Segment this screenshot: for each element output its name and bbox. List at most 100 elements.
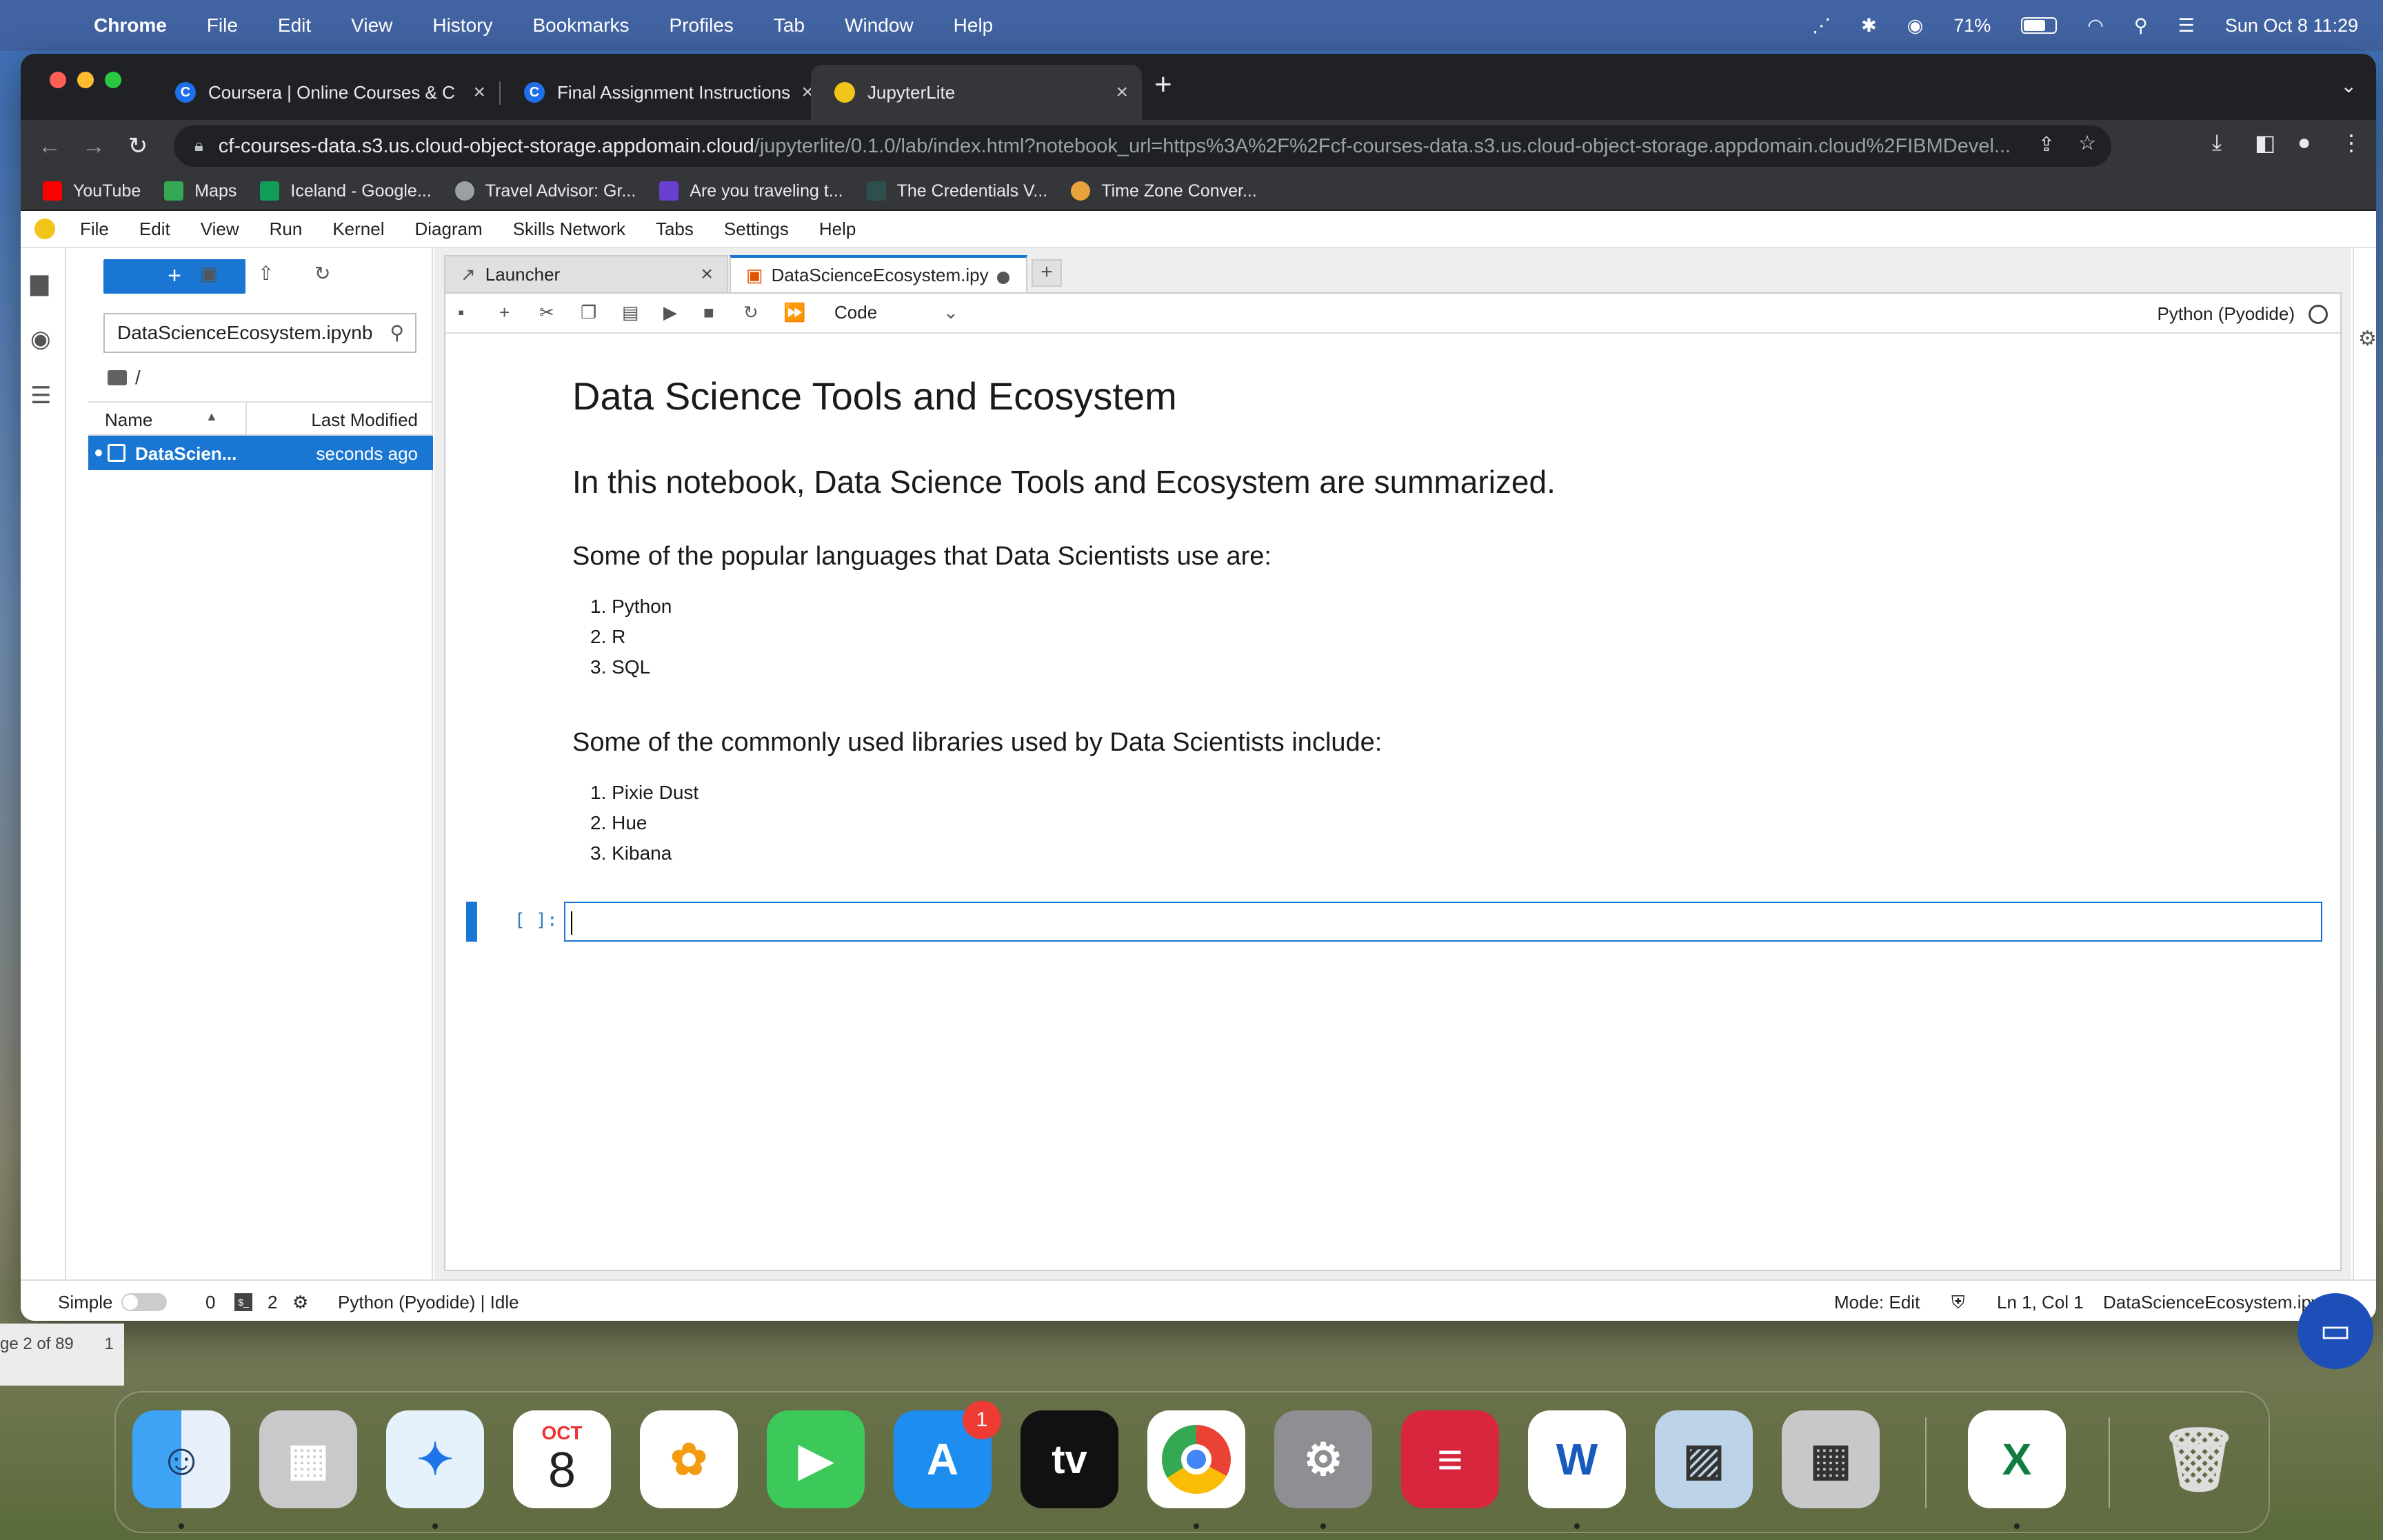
bookmark-youtube[interactable]: YouTube: [43, 181, 141, 201]
tab-search-chevron-icon[interactable]: ⌄: [2341, 74, 2357, 97]
calendar-icon[interactable]: OCT 8: [513, 1410, 611, 1508]
add-tab-button[interactable]: +: [1032, 259, 1062, 287]
upload-icon[interactable]: ⇧: [258, 262, 274, 285]
menubar-history[interactable]: History: [432, 14, 492, 37]
side-panel-icon[interactable]: ◧: [2255, 130, 2275, 156]
running-sessions-icon[interactable]: ◉: [30, 325, 51, 353]
cut-icon[interactable]: ✂: [539, 302, 554, 323]
menubar-view[interactable]: View: [351, 14, 392, 37]
download-icon[interactable]: ⤓: [2212, 130, 2222, 156]
bookmark-star-icon[interactable]: ☆: [2078, 131, 2096, 155]
trust-shield-icon[interactable]: ⛨: [1951, 1292, 1965, 1314]
share-icon[interactable]: ⇪: [2038, 132, 2055, 156]
close-tab-icon[interactable]: ×: [701, 263, 713, 286]
address-bar[interactable]: 🔒︎ cf-courses-data.s3.us.cloud-object-st…: [174, 125, 2111, 167]
terminal-count[interactable]: 0: [205, 1292, 215, 1313]
battery-icon[interactable]: [2021, 17, 2058, 34]
calculator-icon[interactable]: ▦: [1782, 1410, 1880, 1508]
menubar-file[interactable]: File: [207, 14, 238, 37]
file-list-item[interactable]: DataScien... seconds ago: [88, 436, 433, 470]
doc-tab-notebook[interactable]: ▣ DataScienceEcosystem.ipy: [730, 255, 1027, 292]
jupyter-menu-file[interactable]: File: [80, 219, 109, 240]
refresh-icon[interactable]: ↻: [314, 262, 330, 285]
jupyter-menu-edit[interactable]: Edit: [139, 219, 170, 240]
jupyter-menu-skills-network[interactable]: Skills Network: [513, 219, 625, 240]
chrome-icon[interactable]: [1147, 1410, 1245, 1508]
spotlight-search-icon[interactable]: ⚲: [2134, 15, 2148, 37]
cell-collapser[interactable]: [466, 902, 477, 942]
cell-type-select[interactable]: Code ⌄: [834, 302, 958, 323]
word-icon[interactable]: W: [1528, 1410, 1626, 1508]
jupyter-menu-kernel[interactable]: Kernel: [332, 219, 384, 240]
new-tab-button[interactable]: +: [1154, 68, 1172, 102]
facetime-icon[interactable]: ▶: [767, 1410, 865, 1508]
excel-icon[interactable]: X: [1968, 1410, 2066, 1508]
menubar-app-name[interactable]: Chrome: [94, 14, 167, 37]
bookmark-iceland[interactable]: Iceland - Google...: [260, 181, 432, 201]
property-inspector-gear-icon[interactable]: ⚙: [2358, 327, 2376, 351]
zoom-window-button[interactable]: [105, 72, 121, 88]
insert-cell-icon[interactable]: +: [499, 302, 510, 323]
menubar-profiles[interactable]: Profiles: [670, 14, 734, 37]
run-icon[interactable]: ▶: [663, 302, 677, 323]
restart-run-all-icon[interactable]: ⏩: [783, 302, 805, 323]
menubar-tab[interactable]: Tab: [774, 14, 805, 37]
launchpad-icon[interactable]: ▦: [259, 1410, 357, 1508]
preview-icon[interactable]: ▨: [1655, 1410, 1753, 1508]
code-cell[interactable]: [ ]:: [466, 902, 2328, 942]
breadcrumb-root[interactable]: /: [135, 367, 141, 389]
jupyter-menu-run[interactable]: Run: [270, 219, 303, 240]
bookmark-travel-advisor[interactable]: Travel Advisor: Gr...: [454, 181, 636, 201]
system-settings-icon[interactable]: ⚙: [1274, 1410, 1372, 1508]
menubar-clock[interactable]: Sun Oct 8 11:29: [2225, 15, 2358, 37]
code-cell-editor[interactable]: [564, 902, 2322, 942]
column-header-name[interactable]: Name: [105, 409, 152, 431]
restart-icon[interactable]: ↻: [743, 302, 758, 323]
lock-icon[interactable]: 🔒︎: [194, 136, 203, 156]
back-arrow-icon[interactable]: ←: [28, 133, 72, 160]
kernel-status-icon[interactable]: [2309, 305, 2328, 324]
jupyter-menu-tabs[interactable]: Tabs: [656, 219, 694, 240]
app-store-icon[interactable]: A1: [894, 1401, 1001, 1508]
jupyter-menu-settings[interactable]: Settings: [724, 219, 789, 240]
reload-icon[interactable]: ↻: [116, 132, 160, 160]
photos-icon[interactable]: ✿: [640, 1410, 738, 1508]
forward-arrow-icon[interactable]: →: [72, 133, 116, 160]
menubar-window[interactable]: Window: [845, 14, 914, 37]
brightness-icon[interactable]: ⋰: [1812, 15, 1831, 37]
background-window[interactable]: ge 2 of 89 1: [0, 1324, 124, 1386]
expressvpn-icon[interactable]: ≡: [1401, 1410, 1499, 1508]
doc-tab-launcher[interactable]: ↗ Launcher ×: [444, 255, 728, 292]
file-filter-input[interactable]: DataScienceEcosystem.ipynb ⚲: [103, 313, 416, 353]
jupyter-menu-diagram[interactable]: Diagram: [414, 219, 482, 240]
bookmark-time-zone[interactable]: Time Zone Conver...: [1071, 181, 1257, 201]
menubar-edit[interactable]: Edit: [278, 14, 311, 37]
finder-icon[interactable]: ☺: [132, 1410, 230, 1508]
simple-mode-toggle[interactable]: [121, 1293, 167, 1311]
bluetooth-icon[interactable]: ✱: [1861, 15, 1877, 37]
kernel-sessions-icon[interactable]: ⚙: [292, 1292, 308, 1313]
kernel-status[interactable]: Python (Pyodide) | Idle: [338, 1292, 519, 1313]
close-window-button[interactable]: [50, 72, 66, 88]
chrome-menu-icon[interactable]: ⋮: [2340, 130, 2362, 156]
stop-icon[interactable]: ■: [703, 302, 714, 323]
menubar-bookmarks[interactable]: Bookmarks: [532, 14, 629, 37]
paste-icon[interactable]: ▤: [622, 302, 639, 323]
breadcrumb[interactable]: /: [108, 367, 141, 389]
column-header-last-modified[interactable]: Last Modified: [311, 409, 418, 431]
cursor-position[interactable]: Ln 1, Col 1: [1997, 1292, 2084, 1313]
control-center-icon[interactable]: ☰: [2178, 15, 2195, 37]
save-icon[interactable]: ▪: [458, 302, 464, 323]
kernel-count[interactable]: 2: [268, 1292, 277, 1313]
copy-icon[interactable]: ❐: [581, 302, 596, 323]
new-folder-icon[interactable]: ▣: [200, 262, 218, 285]
apple-tv-icon[interactable]: tv: [1020, 1410, 1118, 1508]
unsaved-dot-icon[interactable]: [997, 272, 1009, 284]
close-tab-icon[interactable]: ×: [1116, 81, 1128, 104]
wifi-icon[interactable]: ◠: [2087, 15, 2104, 37]
bookmark-maps[interactable]: Maps: [164, 181, 237, 201]
minimize-window-button[interactable]: [77, 72, 94, 88]
jupyter-menu-view[interactable]: View: [201, 219, 239, 240]
user-circle-icon[interactable]: ◉: [1907, 15, 1924, 37]
safari-icon[interactable]: ✦: [386, 1410, 484, 1508]
